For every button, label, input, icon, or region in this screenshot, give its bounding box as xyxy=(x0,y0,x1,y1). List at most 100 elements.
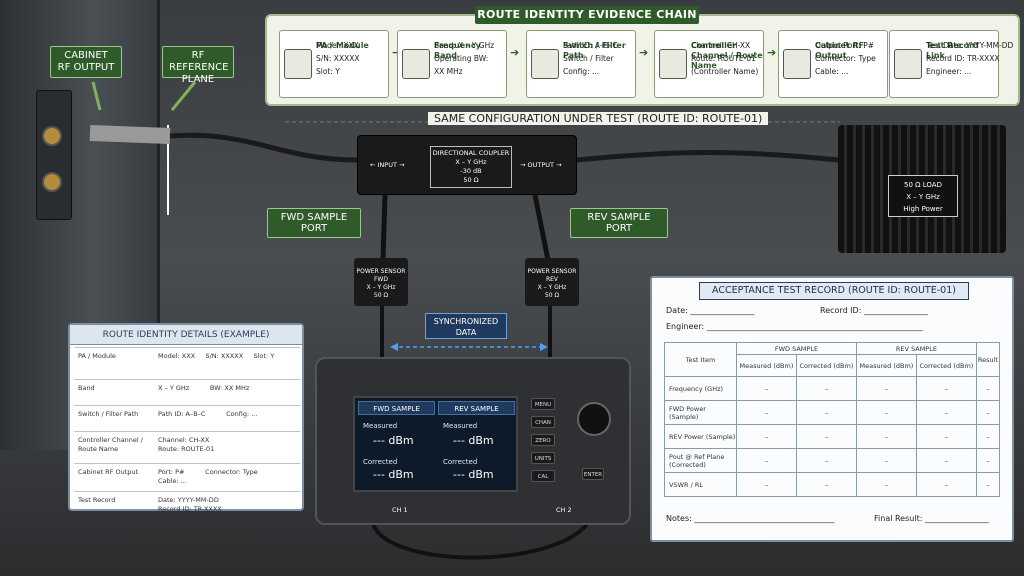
value-cell[interactable]: – xyxy=(855,376,917,401)
value-cell[interactable]: – xyxy=(915,472,977,497)
chain-card-line: Output Port: P# xyxy=(815,41,875,50)
chain-arrow-icon: ➔ xyxy=(767,46,777,59)
acceptance-title: ACCEPTANCE TEST RECORD (ROUTE ID: ROUTE-… xyxy=(699,282,969,300)
chan-button[interactable]: CHAN xyxy=(531,416,555,428)
chain-card-line: Cable: ... xyxy=(815,67,849,76)
fwd-sample-port-label: FWD SAMPLE PORT xyxy=(267,208,361,238)
test-item-cell: VSWR / RL xyxy=(664,472,737,497)
ch1-label: CH 1 xyxy=(392,506,408,514)
table-row: REV Power (Sample) – – – – – xyxy=(664,424,1001,449)
value-cell[interactable]: – xyxy=(736,472,797,497)
fwd-measured-label: Measured xyxy=(363,422,398,430)
value-cell[interactable]: – xyxy=(736,376,797,401)
route-identity-row: Band X – Y GHz BW: XX MHz xyxy=(74,379,300,405)
chain-card-line: Model: XXX xyxy=(316,41,359,50)
fwd-measured-value: --- dBm xyxy=(373,434,414,447)
value-cell[interactable]: – xyxy=(915,400,977,425)
date-field[interactable]: Date: ________________ xyxy=(666,306,754,315)
power-sensor-fwd: POWER SENSOR FWD X – Y GHz 50 Ω xyxy=(354,258,408,306)
value-cell[interactable]: – xyxy=(736,424,797,449)
chain-card-line: Operating BW: xyxy=(434,54,489,63)
value-cell[interactable]: – xyxy=(855,448,917,473)
sensor-freq: X – Y GHz xyxy=(537,284,567,291)
value-cell[interactable]: – xyxy=(736,448,797,473)
value-cell[interactable]: – xyxy=(975,400,1001,425)
route-identity-value: X – Y GHz BW: XX MHz xyxy=(158,384,250,392)
value-cell[interactable]: – xyxy=(736,400,797,425)
route-identity-row: Switch / Filter Path Path ID: A–B–C Confi… xyxy=(74,405,300,431)
load-line-1: 50 Ω LOAD xyxy=(904,181,942,189)
chain-card-line: Band: X – Y GHz xyxy=(434,41,495,50)
load-spec-box: 50 Ω LOAD X – Y GHz High Power xyxy=(888,175,958,217)
final-result-field[interactable]: Final Result: ________________ xyxy=(874,514,989,523)
sensor-dir: FWD xyxy=(373,276,388,283)
col-rev-measured: Measured (dBm) xyxy=(855,354,917,377)
col-fwd-sample: FWD SAMPLE xyxy=(736,342,857,355)
route-identity-key: PA / Module xyxy=(78,352,116,360)
chain-card-icon xyxy=(284,49,312,79)
rotary-knob[interactable] xyxy=(577,402,611,436)
zero-button[interactable]: ZERO xyxy=(531,434,555,446)
coupler-output-label: → OUTPUT → xyxy=(520,161,562,169)
chain-card-line: Connector: Type xyxy=(815,54,876,63)
chain-card-line: Switch / Filter xyxy=(563,54,614,63)
coupler-coupling: -30 dB xyxy=(460,167,482,175)
route-identity-value: Channel: CH-XX Route: ROUTE-01 xyxy=(158,436,215,453)
chain-arrow-icon: ➔ xyxy=(510,46,520,59)
value-cell[interactable]: – xyxy=(915,376,977,401)
units-button[interactable]: UNITS xyxy=(531,452,555,464)
sensor-dir: REV xyxy=(545,276,559,283)
value-cell[interactable]: – xyxy=(795,448,857,473)
value-cell[interactable]: – xyxy=(855,472,917,497)
engineer-field[interactable]: Engineer: ______________________________… xyxy=(666,322,923,331)
col-fwd-corrected: Corrected (dBm) xyxy=(795,354,857,377)
same-config-caption: SAME CONFIGURATION UNDER TEST (ROUTE ID:… xyxy=(428,112,769,125)
col-test-item: Test Item xyxy=(664,342,737,377)
chain-card-line: (Controller Name) xyxy=(691,67,759,76)
sensor-title: POWER SENSOR xyxy=(356,268,406,275)
meter-screen: FWD SAMPLE REV SAMPLE Measured --- dBm C… xyxy=(353,396,518,492)
value-cell[interactable]: – xyxy=(915,424,977,449)
ch2-label: CH 2 xyxy=(556,506,572,514)
rev-corrected-label: Corrected xyxy=(443,458,478,466)
acceptance-test-record: ACCEPTANCE TEST RECORD (ROUTE ID: ROUTE-… xyxy=(650,276,1014,542)
route-identity-row: Test Record Date: YYYY-MM-DD Record ID: T… xyxy=(74,491,300,522)
route-identity-title: ROUTE IDENTITY DETAILS (EXAMPLE) xyxy=(70,325,302,345)
test-item-cell: Pout @ Ref Plane (Corrected) xyxy=(664,448,737,473)
value-cell[interactable]: – xyxy=(975,448,1001,473)
route-identity-value: Port: P# Connector: Type Cable: ... xyxy=(158,468,258,485)
cal-button[interactable]: CAL xyxy=(531,470,555,482)
chain-card-line: S/N: XXXXX xyxy=(316,54,360,63)
route-identity-value: Model: XXX S/N: XXXXX Slot: Y xyxy=(158,352,275,360)
menu-button[interactable]: MENU xyxy=(531,398,555,410)
fwd-corrected-label: Corrected xyxy=(363,458,398,466)
chain-card: Cabinet RF Output Output Port: P# Connecto… xyxy=(778,30,888,98)
chain-card-line: Path ID: A–B–C xyxy=(563,41,618,50)
value-cell[interactable]: – xyxy=(795,472,857,497)
coupler-impedance: 50 Ω xyxy=(463,176,479,184)
value-cell[interactable]: – xyxy=(915,448,977,473)
chain-card-line: XX MHz xyxy=(434,67,463,76)
value-cell[interactable]: – xyxy=(975,472,1001,497)
value-cell[interactable]: – xyxy=(855,424,917,449)
value-cell[interactable]: – xyxy=(975,376,1001,401)
value-cell[interactable]: – xyxy=(975,424,1001,449)
notes-field[interactable]: Notes: _________________________________… xyxy=(666,514,834,523)
chain-card-line: Config: ... xyxy=(563,67,600,76)
value-cell[interactable]: – xyxy=(795,376,857,401)
value-cell[interactable]: – xyxy=(795,400,857,425)
sensor-title: POWER SENSOR xyxy=(527,268,577,275)
value-cell[interactable]: – xyxy=(795,424,857,449)
route-identity-value: Date: YYYY-MM-DD Record ID: TR-XXXX Engi… xyxy=(158,496,222,522)
rev-measured-value: --- dBm xyxy=(453,434,494,447)
record-id-field[interactable]: Record ID: ________________ xyxy=(820,306,928,315)
chain-card: Test Record Link Test Date: YYYY-MM-DD Rec… xyxy=(889,30,1013,98)
chain-card-icon xyxy=(402,49,430,79)
chain-card-icon xyxy=(531,49,559,79)
chain-card-line: Channel: CH-XX xyxy=(691,41,751,50)
route-identity-key: Switch / Filter Path xyxy=(78,410,139,418)
chain-card-line: Route: ROUTE-01 xyxy=(691,54,756,63)
enter-button[interactable]: ENTER xyxy=(582,468,604,480)
value-cell[interactable]: – xyxy=(855,400,917,425)
route-identity-row: PA / Module Model: XXX S/N: XXXXX Slot: Y xyxy=(74,347,300,379)
